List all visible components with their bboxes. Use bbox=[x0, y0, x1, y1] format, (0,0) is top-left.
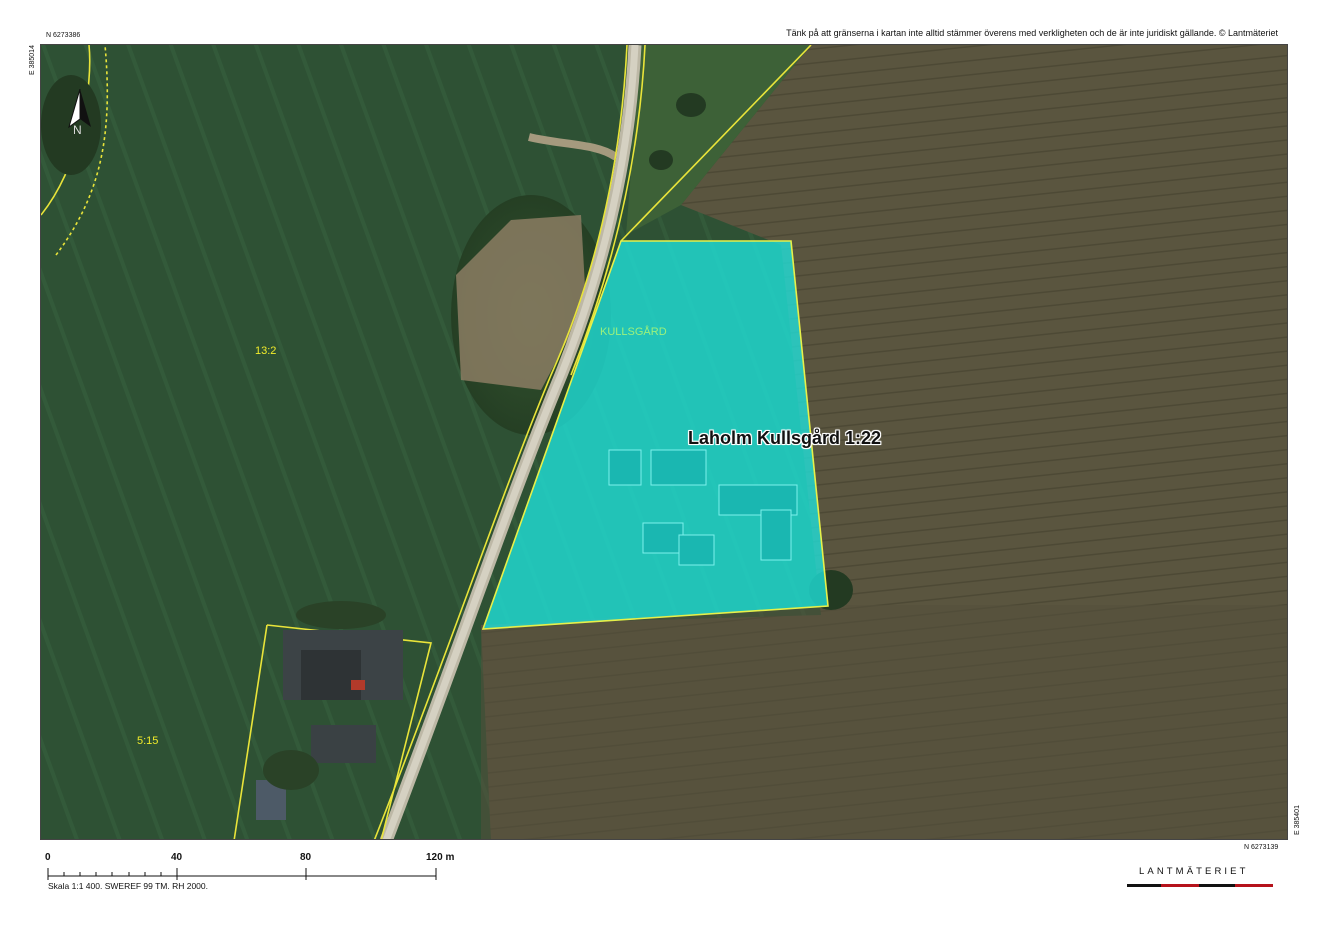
place-name-label: KULLSGÅRD bbox=[600, 326, 667, 338]
lot-label-5-15: 5:15 bbox=[137, 735, 159, 747]
coordinate-east-top: E 385014 bbox=[29, 45, 36, 75]
lantmateriet-logo: LANTMÄTERIET bbox=[1127, 866, 1273, 890]
coordinate-north-top: N 6273386 bbox=[46, 32, 81, 39]
north-arrow-label: N bbox=[73, 123, 82, 137]
scale-tick-80: 80 bbox=[300, 852, 312, 863]
map-view[interactable]: N Laholm Kullsgård 1:22 KULLSGÅRD 13:2 5… bbox=[40, 44, 1288, 840]
parcel-name-label: Laholm Kullsgård 1:22 bbox=[688, 428, 882, 448]
lot-label-13-2: 13:2 bbox=[255, 345, 277, 357]
coordinate-east-bottom: E 385401 bbox=[1294, 805, 1301, 835]
coordinate-north-bottom: N 6273139 bbox=[1244, 844, 1279, 851]
map-disclaimer: Tänk på att gränserna i kartan inte allt… bbox=[786, 28, 1278, 38]
aerial-map bbox=[41, 45, 1287, 839]
scale-tick-0: 0 bbox=[45, 852, 51, 863]
logo-bar bbox=[1127, 884, 1273, 887]
scale-tick-40: 40 bbox=[171, 852, 183, 863]
scale-caption: Skala 1:1 400. SWEREF 99 TM. RH 2000. bbox=[48, 881, 208, 891]
plowed-field-south bbox=[481, 605, 1287, 839]
scale-tick-120: 120 m bbox=[426, 852, 455, 863]
logo-text: LANTMÄTERIET bbox=[1139, 866, 1249, 877]
